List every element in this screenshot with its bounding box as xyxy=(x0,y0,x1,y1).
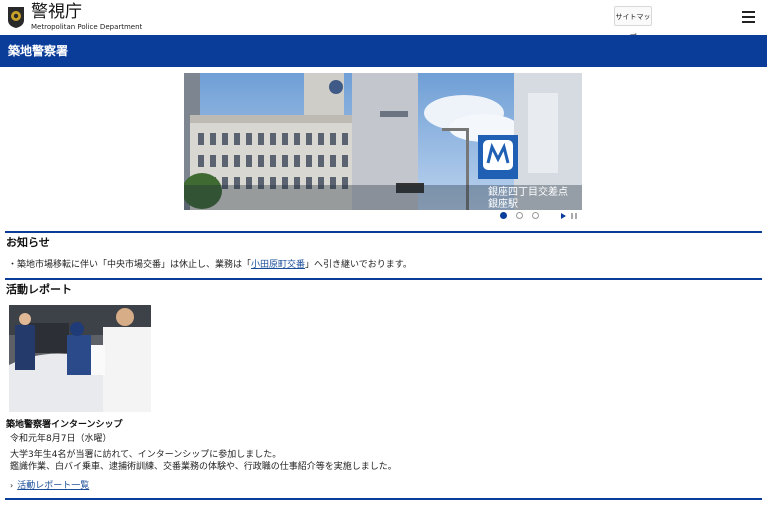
slide-caption-line2: 銀座駅 xyxy=(488,197,518,210)
divider xyxy=(5,498,762,500)
odawaracho-koban-link[interactable]: 小田原町交番 xyxy=(251,260,305,270)
report-body-line-2: 鑑識作業、白バイ乗車、逮捕術訓練、交番業務の体験や、行政職の仕事紹介等を実施しま… xyxy=(10,462,397,472)
internship-photo xyxy=(9,305,151,412)
sitemap-button[interactable]: サイトマップ xyxy=(614,6,652,41)
site-title[interactable]: 警視庁 xyxy=(31,2,82,22)
notice-text-before: 築地市場移転に伴い「中央市場交番」は休止し、業務は「 xyxy=(17,260,252,270)
notice-item: ・築地市場移転に伴い「中央市場交番」は休止し、業務は「小田原町交番」へ引き継いで… xyxy=(8,259,412,271)
ginza-photo: 銀座四丁目交差点 銀座駅 xyxy=(184,73,582,210)
chevron-right-icon: › xyxy=(10,481,14,490)
slide-caption-line1: 銀座四丁目交差点 xyxy=(488,185,568,198)
site-subtitle: Metropolitan Police Department xyxy=(31,23,143,31)
carousel-dot-1[interactable] xyxy=(500,212,507,219)
report-body-line-1: 大学3年生4名が当署に訪れて、インターンシップに参加しました。 xyxy=(10,450,282,460)
report-body: 大学3年生4名が当署に訪れて、インターンシップに参加しました。 鑑識作業、白バイ… xyxy=(10,449,397,473)
activity-report-photo[interactable] xyxy=(9,305,151,412)
activity-report-list-link[interactable]: 活動レポート一覧 xyxy=(17,481,89,491)
carousel-slide-image[interactable]: 銀座四丁目交差点 銀座駅 xyxy=(184,73,582,210)
notice-heading: お知らせ xyxy=(6,236,50,249)
divider xyxy=(5,278,762,280)
carousel-dot-2[interactable] xyxy=(516,212,523,219)
site-header: 警視庁 Metropolitan Police Department サイトマッ… xyxy=(0,0,767,41)
station-name: 築地警察署 xyxy=(8,44,69,58)
activity-heading: 活動レポート xyxy=(6,283,72,296)
carousel-dot-3[interactable] xyxy=(532,212,539,219)
carousel-pause-icon[interactable] xyxy=(571,213,577,219)
carousel-play-icon[interactable] xyxy=(561,213,566,219)
hamburger-menu-icon[interactable] xyxy=(742,11,756,23)
activity-report-list-link-row: › 活動レポート一覧 xyxy=(10,480,89,492)
police-emblem-icon[interactable] xyxy=(6,6,26,29)
divider xyxy=(5,231,762,233)
notice-bullet: ・ xyxy=(8,260,18,270)
report-date: 令和元年8月7日（水曜） xyxy=(10,434,112,444)
notice-text-after: 」へ引き継いでおります。 xyxy=(305,260,412,270)
report-title[interactable]: 築地警察署インターンシップ xyxy=(6,419,123,431)
station-title-bar: 築地警察署 xyxy=(0,35,767,67)
